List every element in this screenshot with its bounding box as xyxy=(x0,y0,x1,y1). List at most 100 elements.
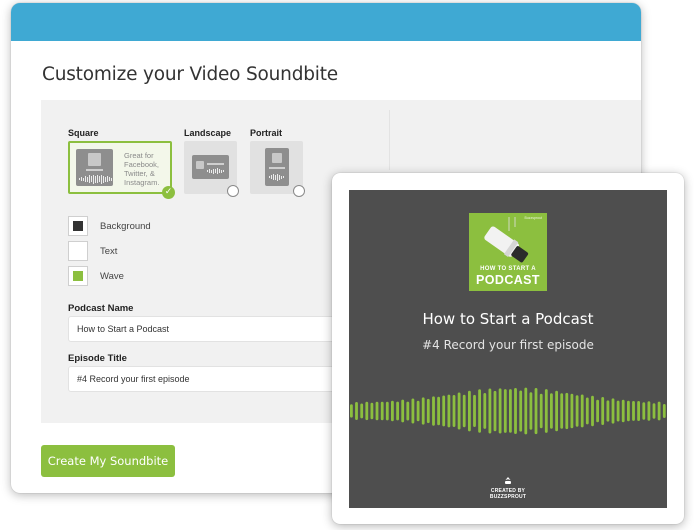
preview-episode-title: #4 Record your first episode xyxy=(422,338,594,352)
waveform-bar xyxy=(447,394,451,428)
landscape-thumbnail-icon xyxy=(192,155,229,179)
format-landscape-radio[interactable] xyxy=(227,185,239,197)
color-option-background[interactable]: Background xyxy=(68,216,151,236)
waveform-bar xyxy=(385,401,389,421)
waveform-bar xyxy=(565,392,569,430)
audio-waveform xyxy=(350,387,666,435)
artwork-line-2: PODCAST xyxy=(476,273,540,287)
color-option-text[interactable]: Text xyxy=(68,241,117,261)
color-option-wave[interactable]: Wave xyxy=(68,266,124,286)
waveform-bar xyxy=(355,402,358,420)
background-color-label: Background xyxy=(100,220,151,232)
square-thumbnail-icon xyxy=(76,149,113,186)
waveform-bar xyxy=(534,388,538,435)
artwork-line-1: HOW TO START A xyxy=(480,266,536,272)
preview-canvas: Buzzsprout HOW TO START A PODCAST How to… xyxy=(349,190,667,508)
format-square-label: Square xyxy=(68,128,99,138)
waveform-bar xyxy=(421,397,425,425)
portrait-thumbnail-icon xyxy=(265,148,289,186)
waveform-bar xyxy=(652,403,656,419)
waveform-bar xyxy=(457,392,461,430)
waveform-bar xyxy=(488,388,492,434)
format-landscape-label: Landscape xyxy=(184,128,232,138)
episode-title-label: Episode Title xyxy=(68,353,127,364)
waveform-bar xyxy=(442,395,446,427)
waveform-bar xyxy=(514,388,517,434)
waveform-bar xyxy=(350,404,353,418)
preview-podcast-title: How to Start a Podcast xyxy=(422,310,594,328)
waveform-bar xyxy=(360,403,364,419)
waveform-bar xyxy=(642,402,646,420)
waveform-bar xyxy=(509,389,512,433)
waveform-bar xyxy=(524,387,528,435)
waveform-bar xyxy=(632,401,635,421)
waveform-bar xyxy=(550,393,553,429)
waveform-bar xyxy=(637,401,640,421)
waveform-bar xyxy=(478,389,481,433)
waveform-bar xyxy=(519,390,523,432)
credit-line-2: BUZZSPROUT xyxy=(489,494,527,500)
wave-color-label: Wave xyxy=(100,270,124,282)
waveform-bar xyxy=(585,397,589,425)
episode-title-input[interactable]: #4 Record your first episode xyxy=(68,366,368,392)
podcast-name-label: Podcast Name xyxy=(68,303,134,314)
waveform-bar xyxy=(616,400,620,422)
waveform-bar xyxy=(606,400,610,422)
waveform-bar xyxy=(596,399,599,423)
waveform-bar xyxy=(370,402,374,420)
waveform-bar xyxy=(411,398,415,424)
format-square-option[interactable]: Great for Facebook, Twitter, & Instagram… xyxy=(68,141,172,194)
waveform-bar xyxy=(560,393,564,429)
create-soundbite-button[interactable]: Create My Soundbite xyxy=(41,445,175,477)
wave-color-swatch[interactable] xyxy=(68,266,88,286)
panel-divider xyxy=(389,110,390,170)
waveform-bar xyxy=(621,399,625,423)
waveform-bar xyxy=(462,394,466,428)
waveform-bar xyxy=(503,389,507,433)
soundbite-preview-card: Buzzsprout HOW TO START A PODCAST How to… xyxy=(332,173,684,524)
artwork-brand: Buzzsprout xyxy=(524,216,542,220)
background-color-swatch[interactable] xyxy=(68,216,88,236)
waveform-bar xyxy=(601,397,605,425)
waveform-bar xyxy=(380,401,384,421)
waveform-bar xyxy=(570,393,574,429)
page-title: Customize your Video Soundbite xyxy=(42,64,338,85)
podcast-artwork: Buzzsprout HOW TO START A PODCAST xyxy=(469,213,547,291)
waveform-bar xyxy=(473,394,476,427)
waveform-bar xyxy=(544,389,548,433)
waveform-bar xyxy=(498,388,502,434)
text-color-swatch[interactable] xyxy=(68,241,88,261)
text-color-chip xyxy=(73,246,83,256)
waveform-bar xyxy=(437,396,440,426)
waveform-bar xyxy=(426,398,430,424)
waveform-bar xyxy=(401,399,405,423)
background-color-chip xyxy=(73,221,83,231)
selected-check-icon: ✓ xyxy=(162,186,175,199)
waveform-bar xyxy=(483,393,487,429)
waveform-bar xyxy=(627,400,630,422)
waveform-bar xyxy=(416,400,420,422)
format-portrait-radio[interactable] xyxy=(293,185,305,197)
waveform-bar xyxy=(662,404,666,418)
waveform-bar xyxy=(365,401,369,421)
window-header-bar xyxy=(11,3,641,41)
waveform-bar xyxy=(375,401,379,421)
waveform-bar xyxy=(493,390,497,432)
waveform-bar xyxy=(391,400,394,422)
stage: Customize your Video Soundbite Square Gr… xyxy=(0,0,694,530)
waveform-bar xyxy=(591,395,594,427)
podcast-name-input[interactable]: How to Start a Podcast xyxy=(68,316,368,342)
waveform-bar xyxy=(647,401,651,421)
waveform-bar xyxy=(575,395,579,427)
waveform-bar xyxy=(432,396,435,426)
waveform-bar xyxy=(396,401,399,421)
waveform-bar xyxy=(611,398,615,424)
format-portrait-label: Portrait xyxy=(250,128,283,138)
format-square-description: Great for Facebook, Twitter, & Instagram… xyxy=(124,151,160,187)
buzzsprout-logo-icon xyxy=(505,477,511,484)
wave-color-chip xyxy=(73,271,83,281)
text-color-label: Text xyxy=(100,245,118,257)
waveform-bar xyxy=(529,392,533,430)
waveform-bar xyxy=(452,395,456,427)
waveform-bar xyxy=(657,401,661,421)
